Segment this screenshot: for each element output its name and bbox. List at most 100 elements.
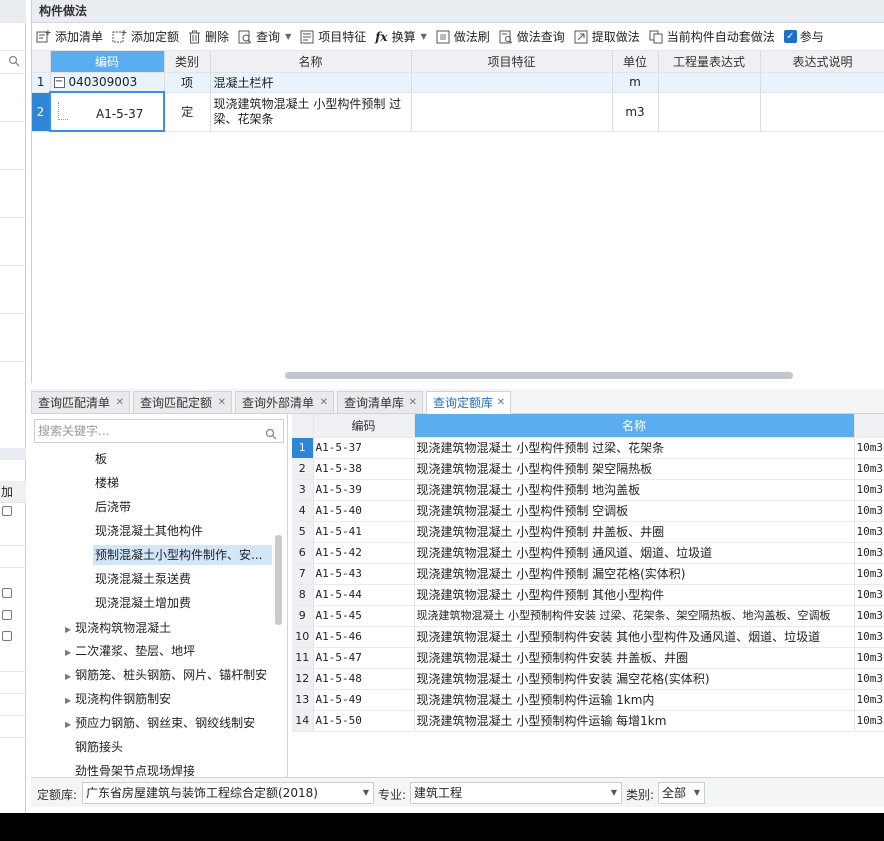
expand-arrow-icon[interactable]: ▶ [65, 625, 71, 634]
name-cell[interactable]: 现浇建筑物混凝土 小型构件预制 空调板 [414, 500, 855, 522]
row-checkbox[interactable] [2, 506, 12, 516]
name-cell[interactable]: 现浇建筑物混凝土 小型构件预制 漏空花格(实体积) [414, 563, 855, 585]
auto-apply-button[interactable]: 当前构件自动套做法 [649, 28, 775, 45]
unit-cell[interactable]: 10m3 [854, 668, 884, 690]
category-cell[interactable]: 项 [164, 72, 211, 93]
query-dropdown-button[interactable]: 查询 ▼ [238, 28, 291, 45]
feature-cell[interactable] [411, 72, 613, 93]
unit-cell[interactable]: 10m3 [854, 500, 884, 522]
table-row[interactable]: 14 A1-5-50 现浇建筑物混凝土 小型预制构件运输 每增1km 10m3 [292, 710, 884, 732]
unit-cell[interactable]: 10m3 [854, 563, 884, 585]
item-feature-button[interactable]: 项目特征 [300, 28, 366, 45]
unit-cell[interactable]: 10m3 [854, 437, 884, 459]
table-row[interactable]: 5 A1-5-41 现浇建筑物混凝土 小型构件预制 井盖板、井圈 10m3 [292, 521, 884, 543]
unit-cell[interactable]: 10m3 [854, 605, 884, 627]
name-cell[interactable]: 现浇建筑物混凝土 小型构件预制 地沟盖板 [414, 479, 855, 501]
close-icon[interactable]: ✕ [409, 392, 417, 414]
method-brush-button[interactable]: 做法刷 [436, 28, 490, 45]
extract-method-button[interactable]: 提取做法 [574, 28, 640, 45]
tree-item[interactable]: 后浇带 [95, 497, 131, 517]
table-row[interactable]: 10 A1-5-46 现浇建筑物混凝土 小型预制构件安装 其他小型构件及通风道、烟道… [292, 626, 884, 648]
name-cell[interactable]: 现浇建筑物混凝土 小型构件预制 过梁、花架条 [210, 92, 412, 132]
unit-cell[interactable]: 10m3 [854, 521, 884, 543]
name-cell[interactable]: 现浇建筑物混凝土 小型预制构件安装 其他小型构件及通风道、烟道、垃圾道 [414, 626, 855, 648]
table-row[interactable]: 9 A1-5-45 现浇建筑物混凝土 小型预制构件安装 过梁、花架条、架空隔热板、地… [292, 605, 884, 627]
tree-item-selected[interactable]: 预制混凝土小型构件制作、安... [93, 545, 272, 565]
code-cell[interactable]: A1-5-46 [313, 626, 415, 648]
search-icon[interactable] [8, 55, 20, 70]
name-cell[interactable]: 现浇建筑物混凝土 小型构件预制 井盖板、井圈 [414, 521, 855, 543]
unit-cell[interactable]: 10m3 [854, 542, 884, 564]
name-cell[interactable]: 现浇建筑物混凝土 小型预制构件安装 漏空花格(实体积) [414, 668, 855, 690]
table-row[interactable]: 4 A1-5-40 现浇建筑物混凝土 小型构件预制 空调板 10m3 [292, 500, 884, 522]
code-cell[interactable]: A1-5-49 [313, 689, 415, 711]
unit-cell[interactable]: 10m3 [854, 626, 884, 648]
column-header[interactable]: 项目特征 [411, 51, 613, 73]
row-checkbox[interactable] [2, 610, 12, 620]
unit-cell[interactable]: 10m3 [854, 479, 884, 501]
delete-button[interactable]: 删除 [188, 28, 229, 45]
tree-item[interactable]: 劲性骨架节点现场焊接 [75, 761, 195, 777]
code-cell[interactable]: A1-5-43 [313, 563, 415, 585]
left-search-row[interactable] [0, 51, 26, 74]
close-icon[interactable]: ✕ [320, 392, 328, 414]
collapse-icon[interactable]: − [53, 76, 65, 88]
tree-node[interactable]: ▶ 钢筋笼、桩头钢筋、网片、锚杆制安 [65, 665, 267, 685]
unit-cell[interactable]: 10m3 [854, 584, 884, 606]
code-cell[interactable]: A1-5-40 [313, 500, 415, 522]
expand-arrow-icon[interactable]: ▶ [65, 720, 71, 729]
category-cell[interactable]: 定 [164, 92, 211, 132]
table-row[interactable]: 12 A1-5-48 现浇建筑物混凝土 小型预制构件安装 漏空花格(实体积) 10m3 [292, 668, 884, 690]
name-cell[interactable]: 现浇建筑物混凝土 小型构件预制 架空隔热板 [414, 458, 855, 480]
unit-cell[interactable]: 10m3 [854, 710, 884, 732]
method-query-button[interactable]: 做法查询 [499, 28, 565, 45]
table-row[interactable]: 1 −040309003 项 混凝土栏杆 m [32, 72, 884, 93]
code-cell[interactable]: A1-5-41 [313, 521, 415, 543]
tree-node[interactable]: ▶ 现浇构筑物混凝土 [65, 618, 171, 638]
column-header[interactable]: 表达式说明 [760, 51, 884, 73]
tab-match-quota[interactable]: 查询匹配定额 ✕ [133, 391, 232, 414]
vertical-scrollbar[interactable] [275, 535, 282, 625]
expression-cell[interactable] [658, 72, 761, 93]
feature-cell[interactable] [411, 92, 613, 132]
tree-node[interactable]: ▶ 预应力钢筋、钢丝束、钢绞线制安 [65, 713, 255, 733]
name-cell[interactable]: 现浇建筑物混凝土 小型构件预制 其他小型构件 [414, 584, 855, 606]
tree-item[interactable]: 现浇混凝土增加费 [95, 593, 191, 613]
participate-checkbox[interactable]: ✓ 参与 [783, 28, 824, 45]
name-cell[interactable]: 现浇建筑物混凝土 小型预制构件安装 过梁、花架条、架空隔热板、地沟盖板、空调板 [414, 605, 855, 627]
tree-item[interactable]: 板 [95, 449, 107, 469]
name-cell[interactable]: 现浇建筑物混凝土 小型构件预制 通风道、烟道、垃圾道 [414, 542, 855, 564]
code-cell[interactable]: A1-5-44 [313, 584, 415, 606]
column-header[interactable]: 编码 [313, 414, 415, 438]
unit-cell[interactable]: 10m3 [854, 647, 884, 669]
table-row[interactable]: 11 A1-5-47 现浇建筑物混凝土 小型预制构件安装 井盖板、井圈 10m3 [292, 647, 884, 669]
name-cell[interactable]: 现浇建筑物混凝土 小型预制构件运输 1km内 [414, 689, 855, 711]
expression-desc-cell[interactable] [760, 92, 884, 132]
table-row[interactable]: 3 A1-5-39 现浇建筑物混凝土 小型构件预制 地沟盖板 10m3 [292, 479, 884, 501]
tree-item[interactable]: 现浇混凝土其他构件 [95, 521, 203, 541]
search-icon[interactable] [265, 425, 277, 447]
tab-external-list[interactable]: 查询外部清单 ✕ [235, 391, 334, 414]
column-header[interactable]: 名称 [414, 414, 855, 438]
major-select[interactable]: 建筑工程 ▼ [410, 782, 622, 804]
tree-node[interactable]: ▶ 二次灌浆、垫层、地坪 [65, 641, 195, 661]
close-icon[interactable]: ✕ [497, 392, 505, 414]
name-cell[interactable]: 混凝土栏杆 [210, 72, 412, 93]
code-cell[interactable]: A1-5-37 [49, 91, 165, 132]
column-header[interactable]: 类别 [164, 51, 211, 73]
column-header[interactable]: 工程量表达式 [658, 51, 761, 73]
column-header[interactable]: 编码 [50, 51, 165, 73]
unit-cell[interactable]: 10m3 [854, 458, 884, 480]
column-header[interactable]: 单位 [612, 51, 659, 73]
tree-item[interactable]: 钢筋接头 [75, 737, 123, 757]
name-cell[interactable]: 现浇建筑物混凝土 小型预制构件运输 每增1km [414, 710, 855, 732]
table-row[interactable]: 8 A1-5-44 现浇建筑物混凝土 小型构件预制 其他小型构件 10m3 [292, 584, 884, 606]
add-list-button[interactable]: 添加清单 [36, 28, 103, 45]
tree-item[interactable]: 楼梯 [95, 473, 119, 493]
code-cell[interactable]: A1-5-42 [313, 542, 415, 564]
code-cell[interactable]: A1-5-38 [313, 458, 415, 480]
expand-arrow-icon[interactable]: ▶ [65, 672, 71, 681]
tab-list-library[interactable]: 查询清单库 ✕ [337, 391, 423, 414]
tab-quota-library[interactable]: 查询定额库 ✕ [426, 391, 511, 414]
code-cell[interactable]: A1-5-45 [313, 605, 415, 627]
